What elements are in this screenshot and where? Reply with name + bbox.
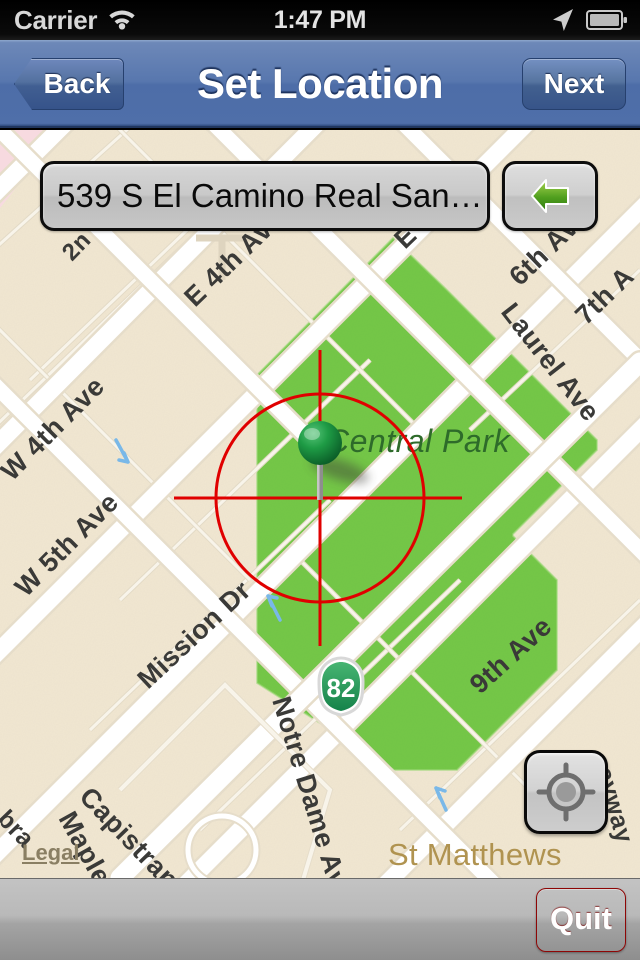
green-left-arrow-icon	[528, 176, 572, 216]
svg-text:82: 82	[327, 673, 356, 703]
app-root: Carrier 1:47 PM Back Set Location Next 2…	[0, 0, 640, 960]
next-button[interactable]: Next	[522, 58, 626, 110]
place-label: St Matthews	[388, 837, 562, 872]
status-bar: Carrier 1:47 PM	[0, 0, 640, 40]
status-bar-right	[550, 7, 628, 33]
nav-bar: Back Set Location Next	[0, 40, 640, 128]
address-undo-button[interactable]	[502, 161, 598, 231]
legal-link[interactable]: Legal	[22, 840, 79, 866]
locate-target-icon	[535, 761, 597, 823]
location-arrow-icon	[550, 7, 576, 33]
address-search-row: 539 S El Camino Real San…	[40, 160, 602, 232]
bottom-toolbar: Quit	[0, 878, 640, 960]
quit-button[interactable]: Quit	[536, 888, 626, 952]
battery-icon	[586, 9, 628, 31]
map-view[interactable]: 2n E 4th Ave E 5t 6th Ave Laurel Ave 7th…	[0, 130, 640, 878]
address-input[interactable]: 539 S El Camino Real San…	[40, 161, 490, 231]
highway-shield-82: 82	[317, 656, 365, 717]
park-label: Central Park	[326, 423, 511, 459]
locate-me-button[interactable]	[524, 750, 608, 834]
status-bar-time: 1:47 PM	[273, 5, 367, 34]
